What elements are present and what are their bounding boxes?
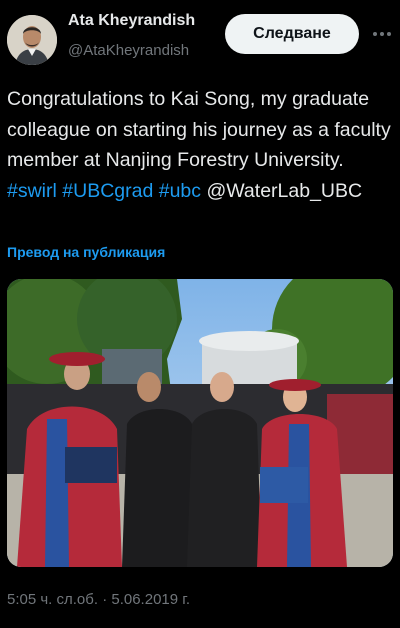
graduation-photo [7, 279, 393, 567]
author-display-name[interactable]: Ata Kheyrandish [68, 12, 216, 30]
avatar-photo [7, 15, 57, 65]
translate-post-link[interactable]: Превод на публикация [7, 244, 165, 260]
tweet-timestamp[interactable]: 5:05 ч. сл.об. · 5.06.2019 г. [7, 591, 190, 608]
tweet-body: Congratulations to Kai Song, my graduate… [7, 84, 397, 206]
hashtag-swirl-link[interactable]: #swirl [7, 180, 57, 202]
mention-link[interactable]: @WaterLab_UBC [206, 180, 362, 202]
author-avatar[interactable] [7, 15, 57, 65]
hashtag-ubcgrad-link[interactable]: #UBCgrad [62, 180, 153, 202]
follow-button[interactable]: Следване [225, 14, 359, 54]
tweet-text: Congratulations to Kai Song, my graduate… [7, 88, 391, 171]
hashtag-ubc-link[interactable]: #ubc [159, 180, 201, 202]
tweet-header: Ata Kheyrandish @AtaKheyrandish Следване [0, 0, 400, 72]
more-horizontal-icon[interactable] [368, 20, 396, 48]
tweet-photo[interactable] [7, 279, 393, 567]
author-handle[interactable]: @AtaKheyrandish [68, 42, 216, 59]
